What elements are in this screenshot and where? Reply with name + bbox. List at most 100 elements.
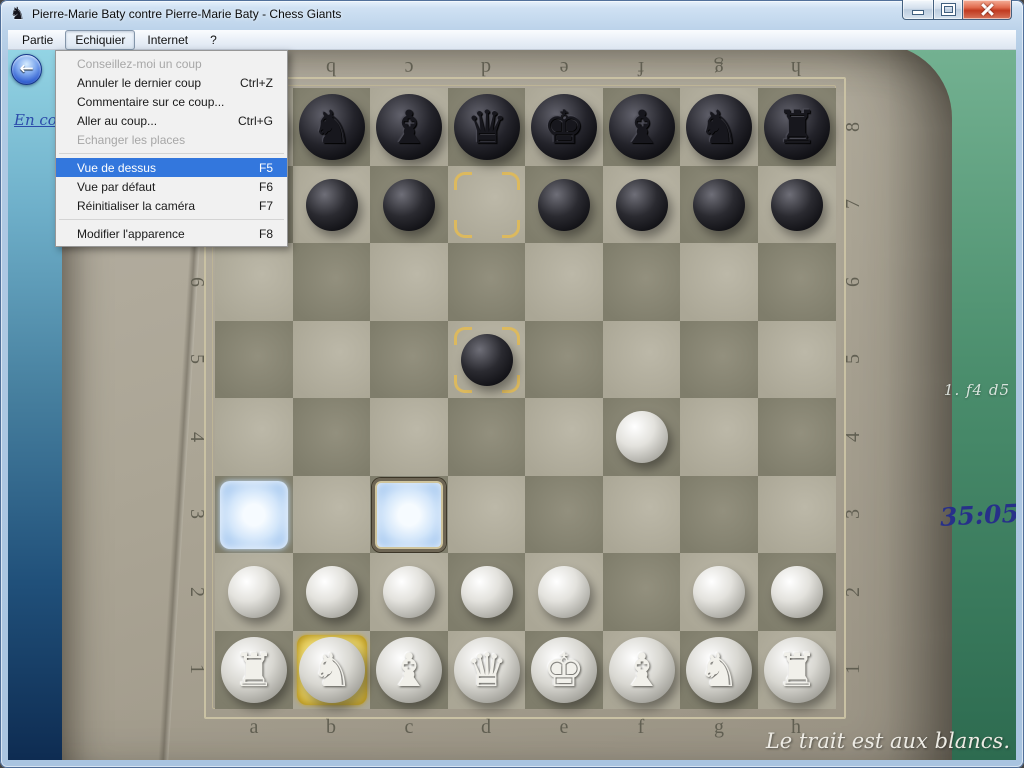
square-h5[interactable]	[758, 321, 836, 399]
square-c4[interactable]	[370, 398, 448, 476]
piece-black-queen-d8[interactable]: ♛	[448, 88, 526, 166]
menu-item-vue-par-défaut[interactable]: Vue par défautF6	[56, 177, 287, 196]
status-message: Le trait est aux blancs.	[700, 729, 1010, 753]
square-b5[interactable]	[293, 321, 371, 399]
piece-white-rook-h1[interactable]: ♜	[758, 631, 836, 709]
piece-black-pawn-e7[interactable]	[525, 166, 603, 244]
menu-item-réinitialiser-la-caméra[interactable]: Réinitialiser la caméraF7	[56, 196, 287, 215]
title-bar[interactable]: ♞ Pierre-Marie Baty contre Pierre-Marie …	[0, 0, 1024, 30]
square-g4[interactable]	[680, 398, 758, 476]
piece-black-bishop-c8[interactable]: ♝	[370, 88, 448, 166]
piece-white-bishop-f1[interactable]: ♝	[603, 631, 681, 709]
piece-black-king-e8[interactable]: ♚	[525, 88, 603, 166]
piece-black-rook-h8[interactable]: ♜	[758, 88, 836, 166]
square-e5[interactable]	[525, 321, 603, 399]
rank-label-left-3: 3	[184, 502, 210, 526]
menu-item-label: Aller au coup...	[77, 114, 220, 128]
square-e3[interactable]	[525, 476, 603, 554]
square-f3[interactable]	[603, 476, 681, 554]
menu-item-commentaire-sur-ce-coup-[interactable]: Commentaire sur ce coup...	[56, 92, 287, 111]
piece-white-pawn-g2[interactable]	[680, 553, 758, 631]
file-label-bottom-d: d	[474, 714, 498, 740]
square-c5[interactable]	[370, 321, 448, 399]
file-label-bottom-a: a	[242, 714, 266, 740]
rank-label-right-4: 4	[840, 425, 866, 449]
piece-black-knight-b8[interactable]: ♞	[293, 88, 371, 166]
piece-black-pawn-f7[interactable]	[603, 166, 681, 244]
piece-white-rook-a1[interactable]: ♜	[215, 631, 293, 709]
menu-item-aller-au-coup-[interactable]: Aller au coup...Ctrl+G	[56, 111, 287, 130]
square-d4[interactable]	[448, 398, 526, 476]
file-label-bottom-f: f	[629, 714, 653, 740]
square-h4[interactable]	[758, 398, 836, 476]
square-h6[interactable]	[758, 243, 836, 321]
rank-label-right-3: 3	[840, 502, 866, 526]
square-b6[interactable]	[293, 243, 371, 321]
white-pawn-top-view	[771, 566, 823, 618]
close-icon	[981, 3, 994, 16]
square-a4[interactable]	[215, 398, 293, 476]
square-h3[interactable]	[758, 476, 836, 554]
square-g6[interactable]	[680, 243, 758, 321]
square-a6[interactable]	[215, 243, 293, 321]
black-bishop-glyph: ♝	[621, 104, 662, 150]
menubar-item-[interactable]: ?	[200, 30, 227, 50]
square-f2[interactable]	[603, 553, 681, 631]
white-bishop-glyph: ♝	[388, 647, 429, 693]
piece-black-pawn-c7[interactable]	[370, 166, 448, 244]
square-d3[interactable]	[448, 476, 526, 554]
menu-bar: PartieEchiquierInternet?	[8, 30, 1016, 50]
square-f6[interactable]	[603, 243, 681, 321]
menu-item-shortcut: Ctrl+Z	[240, 76, 273, 90]
piece-white-pawn-c2[interactable]	[370, 553, 448, 631]
piece-black-pawn-g7[interactable]	[680, 166, 758, 244]
square-g5[interactable]	[680, 321, 758, 399]
square-b3[interactable]	[293, 476, 371, 554]
piece-white-knight-g1[interactable]: ♞	[680, 631, 758, 709]
close-button[interactable]	[963, 0, 1012, 20]
piece-black-pawn-d5[interactable]	[448, 321, 526, 399]
gold-corner-marker	[454, 172, 472, 190]
menubar-item-partie[interactable]: Partie	[12, 30, 63, 50]
square-f5[interactable]	[603, 321, 681, 399]
white-pawn-top-view	[306, 566, 358, 618]
back-button[interactable]: ←	[11, 54, 42, 85]
menubar-item-echiquier[interactable]: Echiquier	[65, 30, 135, 50]
square-e6[interactable]	[525, 243, 603, 321]
minimize-button[interactable]	[902, 0, 934, 20]
menu-item-label: Echanger les places	[77, 133, 273, 147]
piece-white-pawn-f4[interactable]	[603, 398, 681, 476]
piece-black-bishop-f8[interactable]: ♝	[603, 88, 681, 166]
piece-white-queen-d1[interactable]: ♛	[448, 631, 526, 709]
piece-white-king-e1[interactable]: ♚	[525, 631, 603, 709]
app-window: ♞ Pierre-Marie Baty contre Pierre-Marie …	[0, 0, 1024, 768]
rank-label-left-5: 5	[184, 347, 210, 371]
piece-white-pawn-h2[interactable]	[758, 553, 836, 631]
piece-black-pawn-h7[interactable]	[758, 166, 836, 244]
square-g3[interactable]	[680, 476, 758, 554]
black-rook-glyph: ♜	[776, 104, 817, 150]
piece-white-pawn-b2[interactable]	[293, 553, 371, 631]
gold-corner-marker	[502, 220, 520, 238]
piece-white-pawn-d2[interactable]	[448, 553, 526, 631]
piece-black-pawn-b7[interactable]	[293, 166, 371, 244]
white-pawn-top-view	[383, 566, 435, 618]
rank-label-right-1: 1	[840, 657, 866, 681]
piece-white-bishop-c1[interactable]: ♝	[370, 631, 448, 709]
square-b4[interactable]	[293, 398, 371, 476]
piece-white-pawn-e2[interactable]	[525, 553, 603, 631]
square-c6[interactable]	[370, 243, 448, 321]
menu-item-modifier-l-apparence[interactable]: Modifier l'apparenceF8	[56, 224, 287, 243]
menu-item-vue-de-dessus[interactable]: Vue de dessusF5	[56, 158, 287, 177]
square-e4[interactable]	[525, 398, 603, 476]
piece-white-pawn-a2[interactable]	[215, 553, 293, 631]
menu-item-echanger-les-places: Echanger les places	[56, 130, 287, 149]
menubar-item-internet[interactable]: Internet	[137, 30, 198, 50]
caption-buttons	[902, 0, 1012, 20]
square-a5[interactable]	[215, 321, 293, 399]
square-d6[interactable]	[448, 243, 526, 321]
piece-white-knight-b1[interactable]: ♞	[293, 631, 371, 709]
menu-item-annuler-le-dernier-coup[interactable]: Annuler le dernier coupCtrl+Z	[56, 73, 287, 92]
maximize-button[interactable]	[934, 0, 963, 20]
piece-black-knight-g8[interactable]: ♞	[680, 88, 758, 166]
